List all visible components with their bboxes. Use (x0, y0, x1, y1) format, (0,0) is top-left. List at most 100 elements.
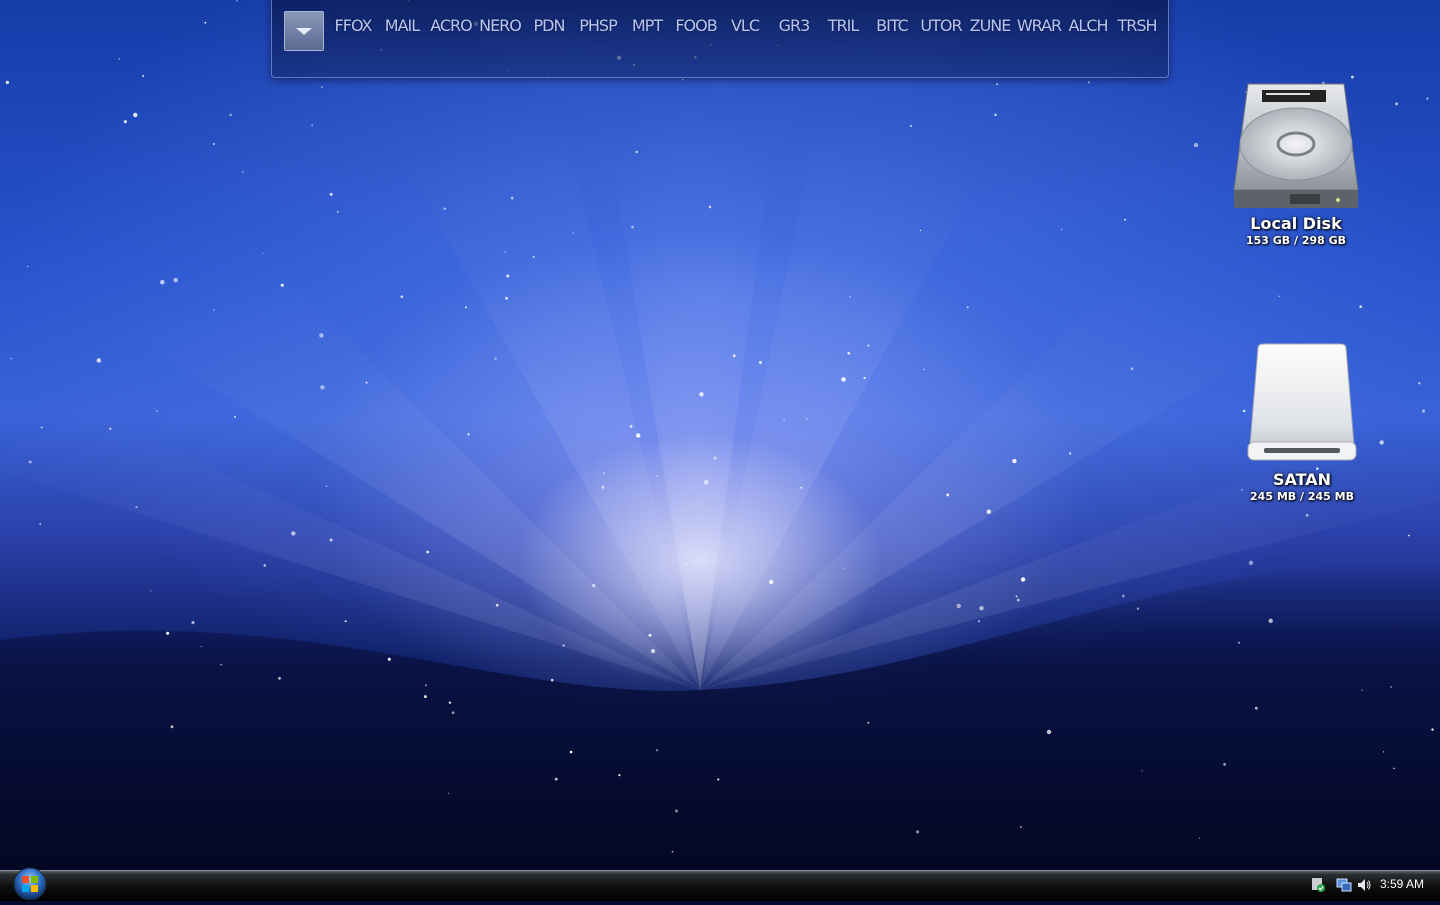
star (1136, 607, 1140, 610)
star (674, 809, 679, 813)
star (329, 538, 333, 542)
star (1141, 770, 1143, 772)
security-shield-icon[interactable] (1310, 877, 1326, 893)
star (996, 83, 999, 86)
star (1016, 598, 1020, 602)
star (448, 792, 450, 795)
star (847, 351, 851, 355)
dock-item-wrar[interactable]: WRAR (1015, 16, 1063, 35)
star (800, 486, 803, 489)
start-button[interactable] (10, 866, 50, 901)
star (1019, 826, 1022, 828)
star (956, 603, 961, 609)
dock-item-alch[interactable]: ALCH (1064, 16, 1112, 35)
star (241, 171, 244, 174)
dock-item-pdn[interactable]: PDN (525, 16, 573, 35)
star (1383, 751, 1385, 753)
dock-item-zune[interactable]: ZUNE (966, 16, 1014, 35)
star (618, 773, 621, 777)
star (321, 86, 323, 88)
star (1395, 102, 1399, 106)
hard-disk-icon (1233, 83, 1359, 208)
star (1359, 305, 1362, 308)
local-disk-drive[interactable]: Local Disk 153 GB / 298 GB (1226, 80, 1366, 247)
star (916, 830, 920, 834)
star (5, 80, 9, 84)
dock-item-phsp[interactable]: PHSP (574, 16, 622, 35)
star (783, 418, 785, 421)
star (1198, 837, 1201, 839)
drive-usage: 245 MB / 245 MB (1250, 490, 1354, 503)
dock-item-utor[interactable]: UTOR (917, 16, 965, 35)
star (204, 21, 207, 24)
drive-usage: 153 GB / 298 GB (1245, 234, 1347, 247)
star (532, 255, 535, 259)
star (365, 381, 368, 384)
star (387, 657, 391, 661)
dock-item-gr3[interactable]: GR3 (770, 16, 818, 35)
star (10, 357, 13, 360)
star (671, 851, 674, 853)
star (426, 550, 430, 554)
star (1305, 513, 1309, 517)
star (909, 124, 913, 128)
star (1015, 595, 1018, 598)
star (311, 124, 313, 126)
desktop-wallpaper (0, 0, 1440, 870)
star (1379, 440, 1384, 445)
dock-item-tril[interactable]: TRIL (819, 16, 867, 35)
star (1278, 295, 1281, 298)
star (601, 485, 605, 489)
star (133, 112, 138, 118)
star (320, 385, 325, 390)
app-launcher-dock: FFOX MAIL ACRO NERO PDN PHSP MPT FOOB VLC GR3 TRIL… (271, 0, 1169, 78)
star (191, 621, 195, 625)
taskbar (0, 870, 1440, 901)
dock-menu-button[interactable] (284, 11, 324, 51)
satan-drive[interactable]: SATAN 245 MB / 245 MB (1232, 342, 1372, 503)
star (1254, 706, 1258, 710)
star (946, 493, 950, 497)
star (1350, 75, 1354, 79)
star (96, 358, 102, 363)
star (1012, 458, 1017, 464)
starfield (0, 0, 1440, 870)
dock-item-foob[interactable]: FOOB (672, 16, 720, 35)
star (425, 684, 427, 687)
star (867, 344, 870, 347)
star (650, 648, 656, 654)
star (291, 531, 296, 536)
dock-item-ffox[interactable]: FFOX (329, 16, 377, 35)
dock-item-acro[interactable]: ACRO (427, 16, 475, 35)
star (713, 456, 717, 460)
dock-item-mail[interactable]: MAIL (378, 16, 426, 35)
drive-name: SATAN (1272, 470, 1332, 489)
dock-item-vlc[interactable]: VLC (721, 16, 769, 35)
dock-item-mpt[interactable]: MPT (623, 16, 671, 35)
dock-item-nero[interactable]: NERO (476, 16, 524, 35)
star (1130, 367, 1134, 371)
dock-item-trsh[interactable]: TRSH (1113, 16, 1161, 35)
network-icon[interactable] (1336, 877, 1352, 893)
star (1121, 594, 1125, 598)
clock[interactable]: 3:59 AM (1380, 877, 1424, 891)
star (451, 711, 455, 715)
star (1418, 382, 1421, 385)
star (166, 631, 170, 635)
star (986, 509, 991, 514)
star (213, 308, 215, 311)
star (170, 725, 174, 729)
star (656, 475, 658, 477)
drive-name: Local Disk (1250, 214, 1342, 233)
star (263, 564, 267, 567)
star (39, 522, 42, 525)
star (329, 192, 333, 196)
star (569, 750, 573, 754)
dock-item-bitc[interactable]: BITC (868, 16, 916, 35)
star (1361, 689, 1363, 691)
volume-icon[interactable] (1356, 877, 1372, 893)
star (629, 424, 633, 428)
star (156, 410, 158, 412)
star (336, 210, 339, 213)
star (923, 368, 925, 371)
